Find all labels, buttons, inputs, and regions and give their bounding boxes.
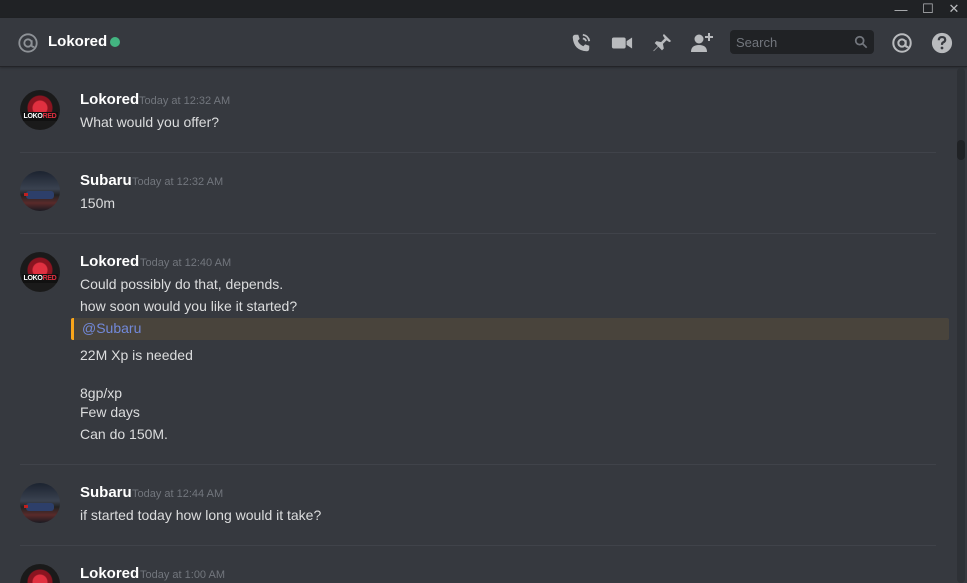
timestamp: Today at 12:32 AM bbox=[132, 176, 224, 188]
avatar[interactable] bbox=[20, 171, 60, 211]
avatar-light-shape bbox=[24, 193, 28, 196]
avatar-logo: LOKORED bbox=[22, 274, 58, 283]
message-divider bbox=[20, 464, 936, 465]
search-input[interactable] bbox=[730, 30, 848, 54]
message-text: 22M Xp is needed bbox=[80, 347, 193, 363]
online-status-indicator bbox=[110, 37, 120, 47]
username[interactable]: Lokored bbox=[80, 253, 139, 270]
minimize-button[interactable]: — bbox=[888, 0, 914, 18]
message-text: What would you offer? bbox=[80, 114, 220, 130]
timestamp: Today at 1:00 AM bbox=[140, 569, 225, 581]
pin-icon[interactable] bbox=[650, 31, 674, 55]
channel-header: Lokored bbox=[0, 18, 967, 67]
username[interactable]: Subaru bbox=[80, 172, 132, 189]
message-divider bbox=[20, 233, 936, 234]
avatar[interactable]: LOKORED bbox=[20, 90, 60, 130]
avatar-car-shape bbox=[26, 191, 54, 199]
timestamp: Today at 12:40 AM bbox=[140, 257, 232, 269]
message-text: if started today how long would it take? bbox=[80, 507, 322, 523]
avatar[interactable] bbox=[20, 483, 60, 523]
timestamp: Today at 12:32 AM bbox=[139, 95, 231, 107]
avatar[interactable]: LOKORED bbox=[20, 564, 60, 583]
message-text: Can do 150M. bbox=[80, 426, 168, 442]
scrollbar-track[interactable] bbox=[957, 68, 965, 583]
timestamp: Today at 12:44 AM bbox=[132, 488, 224, 500]
avatar-logo: LOKORED bbox=[22, 112, 58, 121]
message-text: how soon would you like it started? bbox=[80, 298, 298, 314]
message-text: Few days bbox=[80, 404, 140, 420]
mention-highlight: @Subaru bbox=[71, 318, 949, 340]
avatar[interactable]: LOKORED bbox=[20, 252, 60, 292]
mention-icon[interactable] bbox=[890, 31, 914, 55]
scrollbar-thumb[interactable] bbox=[957, 140, 965, 160]
username[interactable]: Subaru bbox=[80, 484, 132, 501]
message-text: 8gp/xp bbox=[80, 385, 123, 401]
title-bar: — ☐ ✕ bbox=[0, 0, 967, 18]
add-friend-icon[interactable] bbox=[690, 31, 714, 55]
help-icon[interactable] bbox=[930, 31, 954, 55]
channel-name: Lokored bbox=[48, 33, 108, 50]
avatar-light-shape bbox=[24, 505, 28, 508]
close-window-button[interactable]: ✕ bbox=[941, 0, 967, 18]
message-text: Could possibly do that, depends. bbox=[80, 276, 284, 292]
video-icon[interactable] bbox=[610, 31, 634, 55]
maximize-button[interactable]: ☐ bbox=[915, 0, 941, 18]
message-text: 150m bbox=[80, 195, 116, 211]
message-list: LOKORED Lokored Today at 12:32 AM What w… bbox=[0, 68, 955, 583]
search-bar[interactable] bbox=[730, 30, 874, 54]
message-divider bbox=[20, 152, 936, 153]
username[interactable]: Lokored bbox=[80, 91, 139, 108]
call-icon[interactable] bbox=[569, 31, 593, 55]
message-divider bbox=[20, 545, 936, 546]
dm-at-icon bbox=[18, 33, 38, 53]
username[interactable]: Lokored bbox=[80, 565, 139, 582]
user-mention[interactable]: @Subaru bbox=[82, 320, 141, 336]
search-icon bbox=[854, 35, 868, 49]
avatar-car-shape bbox=[26, 503, 54, 511]
